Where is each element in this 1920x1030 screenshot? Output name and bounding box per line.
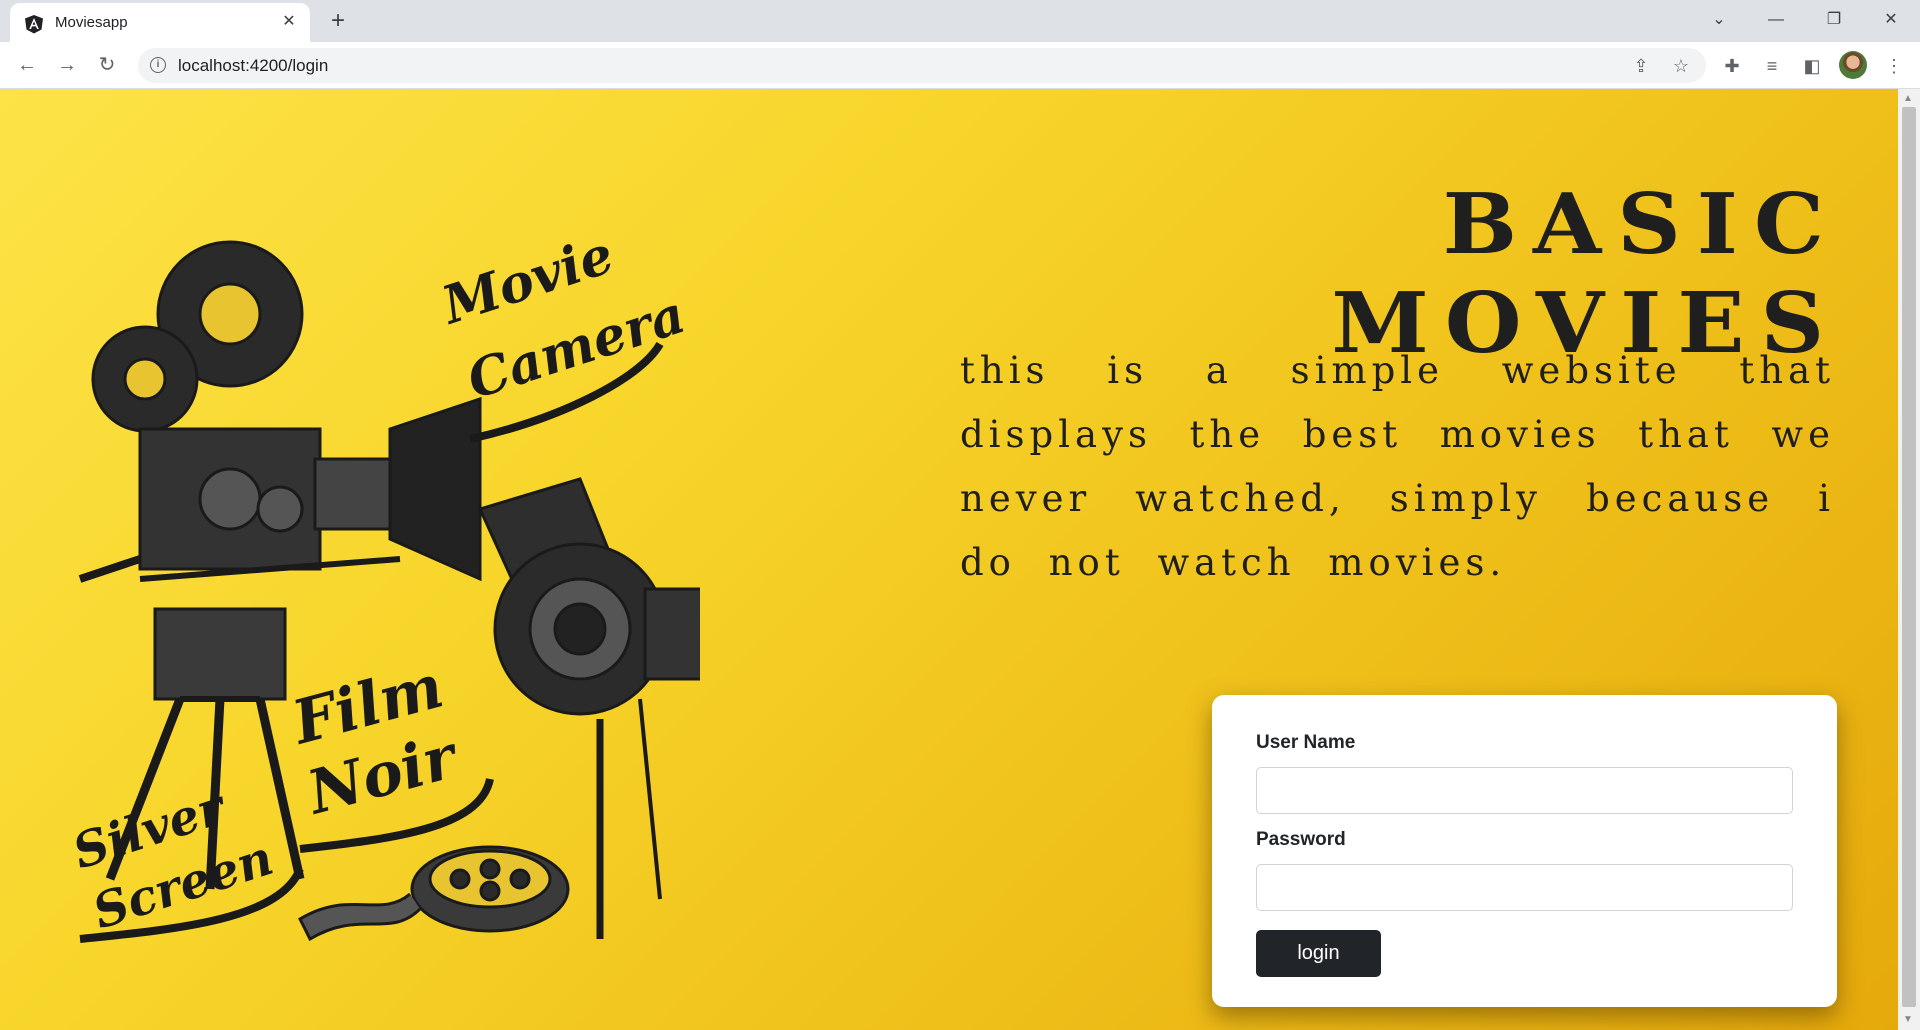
new-tab-button[interactable]: + xyxy=(325,9,351,35)
side-panel-icon[interactable]: ◧ xyxy=(1800,55,1824,79)
page-scrollbar[interactable]: ▲ ▼ xyxy=(1898,89,1920,1030)
forward-button[interactable]: → xyxy=(52,50,82,80)
username-label: User Name xyxy=(1256,732,1356,753)
browser-toolbar: ← → ↻ i localhost:4200/login ⇪ ☆ ✚ ≡ ◧ ⋮ xyxy=(0,42,1920,89)
address-bar[interactable]: i localhost:4200/login ⇪ ☆ xyxy=(138,48,1706,83)
tab-search-icon[interactable]: ⌄ xyxy=(1699,6,1739,34)
scroll-down-icon[interactable]: ▼ xyxy=(1903,1014,1913,1025)
login-form: User Name Password login xyxy=(1212,695,1837,1007)
share-icon[interactable]: ⇪ xyxy=(1629,54,1653,78)
extensions-icon[interactable]: ✚ xyxy=(1720,55,1744,79)
reload-button[interactable]: ↻ xyxy=(92,50,122,80)
site-info-icon[interactable]: i xyxy=(150,57,166,73)
movie-camera-illustration: Movie Camera Film Noir Silver Screen xyxy=(66,224,700,943)
media-controls-icon[interactable]: ≡ xyxy=(1760,55,1784,79)
angular-icon xyxy=(25,15,43,34)
username-input[interactable] xyxy=(1256,767,1793,814)
scroll-thumb[interactable] xyxy=(1902,107,1916,1007)
login-button[interactable]: login xyxy=(1256,930,1381,977)
bookmark-star-icon[interactable]: ☆ xyxy=(1669,54,1693,78)
scroll-up-icon[interactable]: ▲ xyxy=(1903,93,1913,104)
profile-avatar[interactable] xyxy=(1839,51,1867,79)
password-label: Password xyxy=(1256,829,1346,850)
menu-icon[interactable]: ⋮ xyxy=(1882,55,1906,79)
login-page: Movie Camera Film Noir Silver Screen BAS… xyxy=(0,89,1898,1030)
url-text[interactable]: localhost:4200/login xyxy=(178,56,328,76)
close-window-button[interactable]: ✕ xyxy=(1871,6,1911,34)
tab-title: Moviesapp xyxy=(55,14,128,31)
browser-tab[interactable]: Moviesapp ✕ xyxy=(10,3,310,42)
back-button[interactable]: ← xyxy=(12,50,42,80)
browser-tab-bar: Moviesapp ✕ + ⌄ — ❐ ✕ xyxy=(0,0,1920,42)
password-input[interactable] xyxy=(1256,864,1793,911)
site-description: this is a simple website that displays t… xyxy=(960,349,1835,584)
close-tab-icon[interactable]: ✕ xyxy=(278,11,300,33)
restore-button[interactable]: ❐ xyxy=(1814,6,1854,34)
minimize-button[interactable]: — xyxy=(1756,6,1796,34)
